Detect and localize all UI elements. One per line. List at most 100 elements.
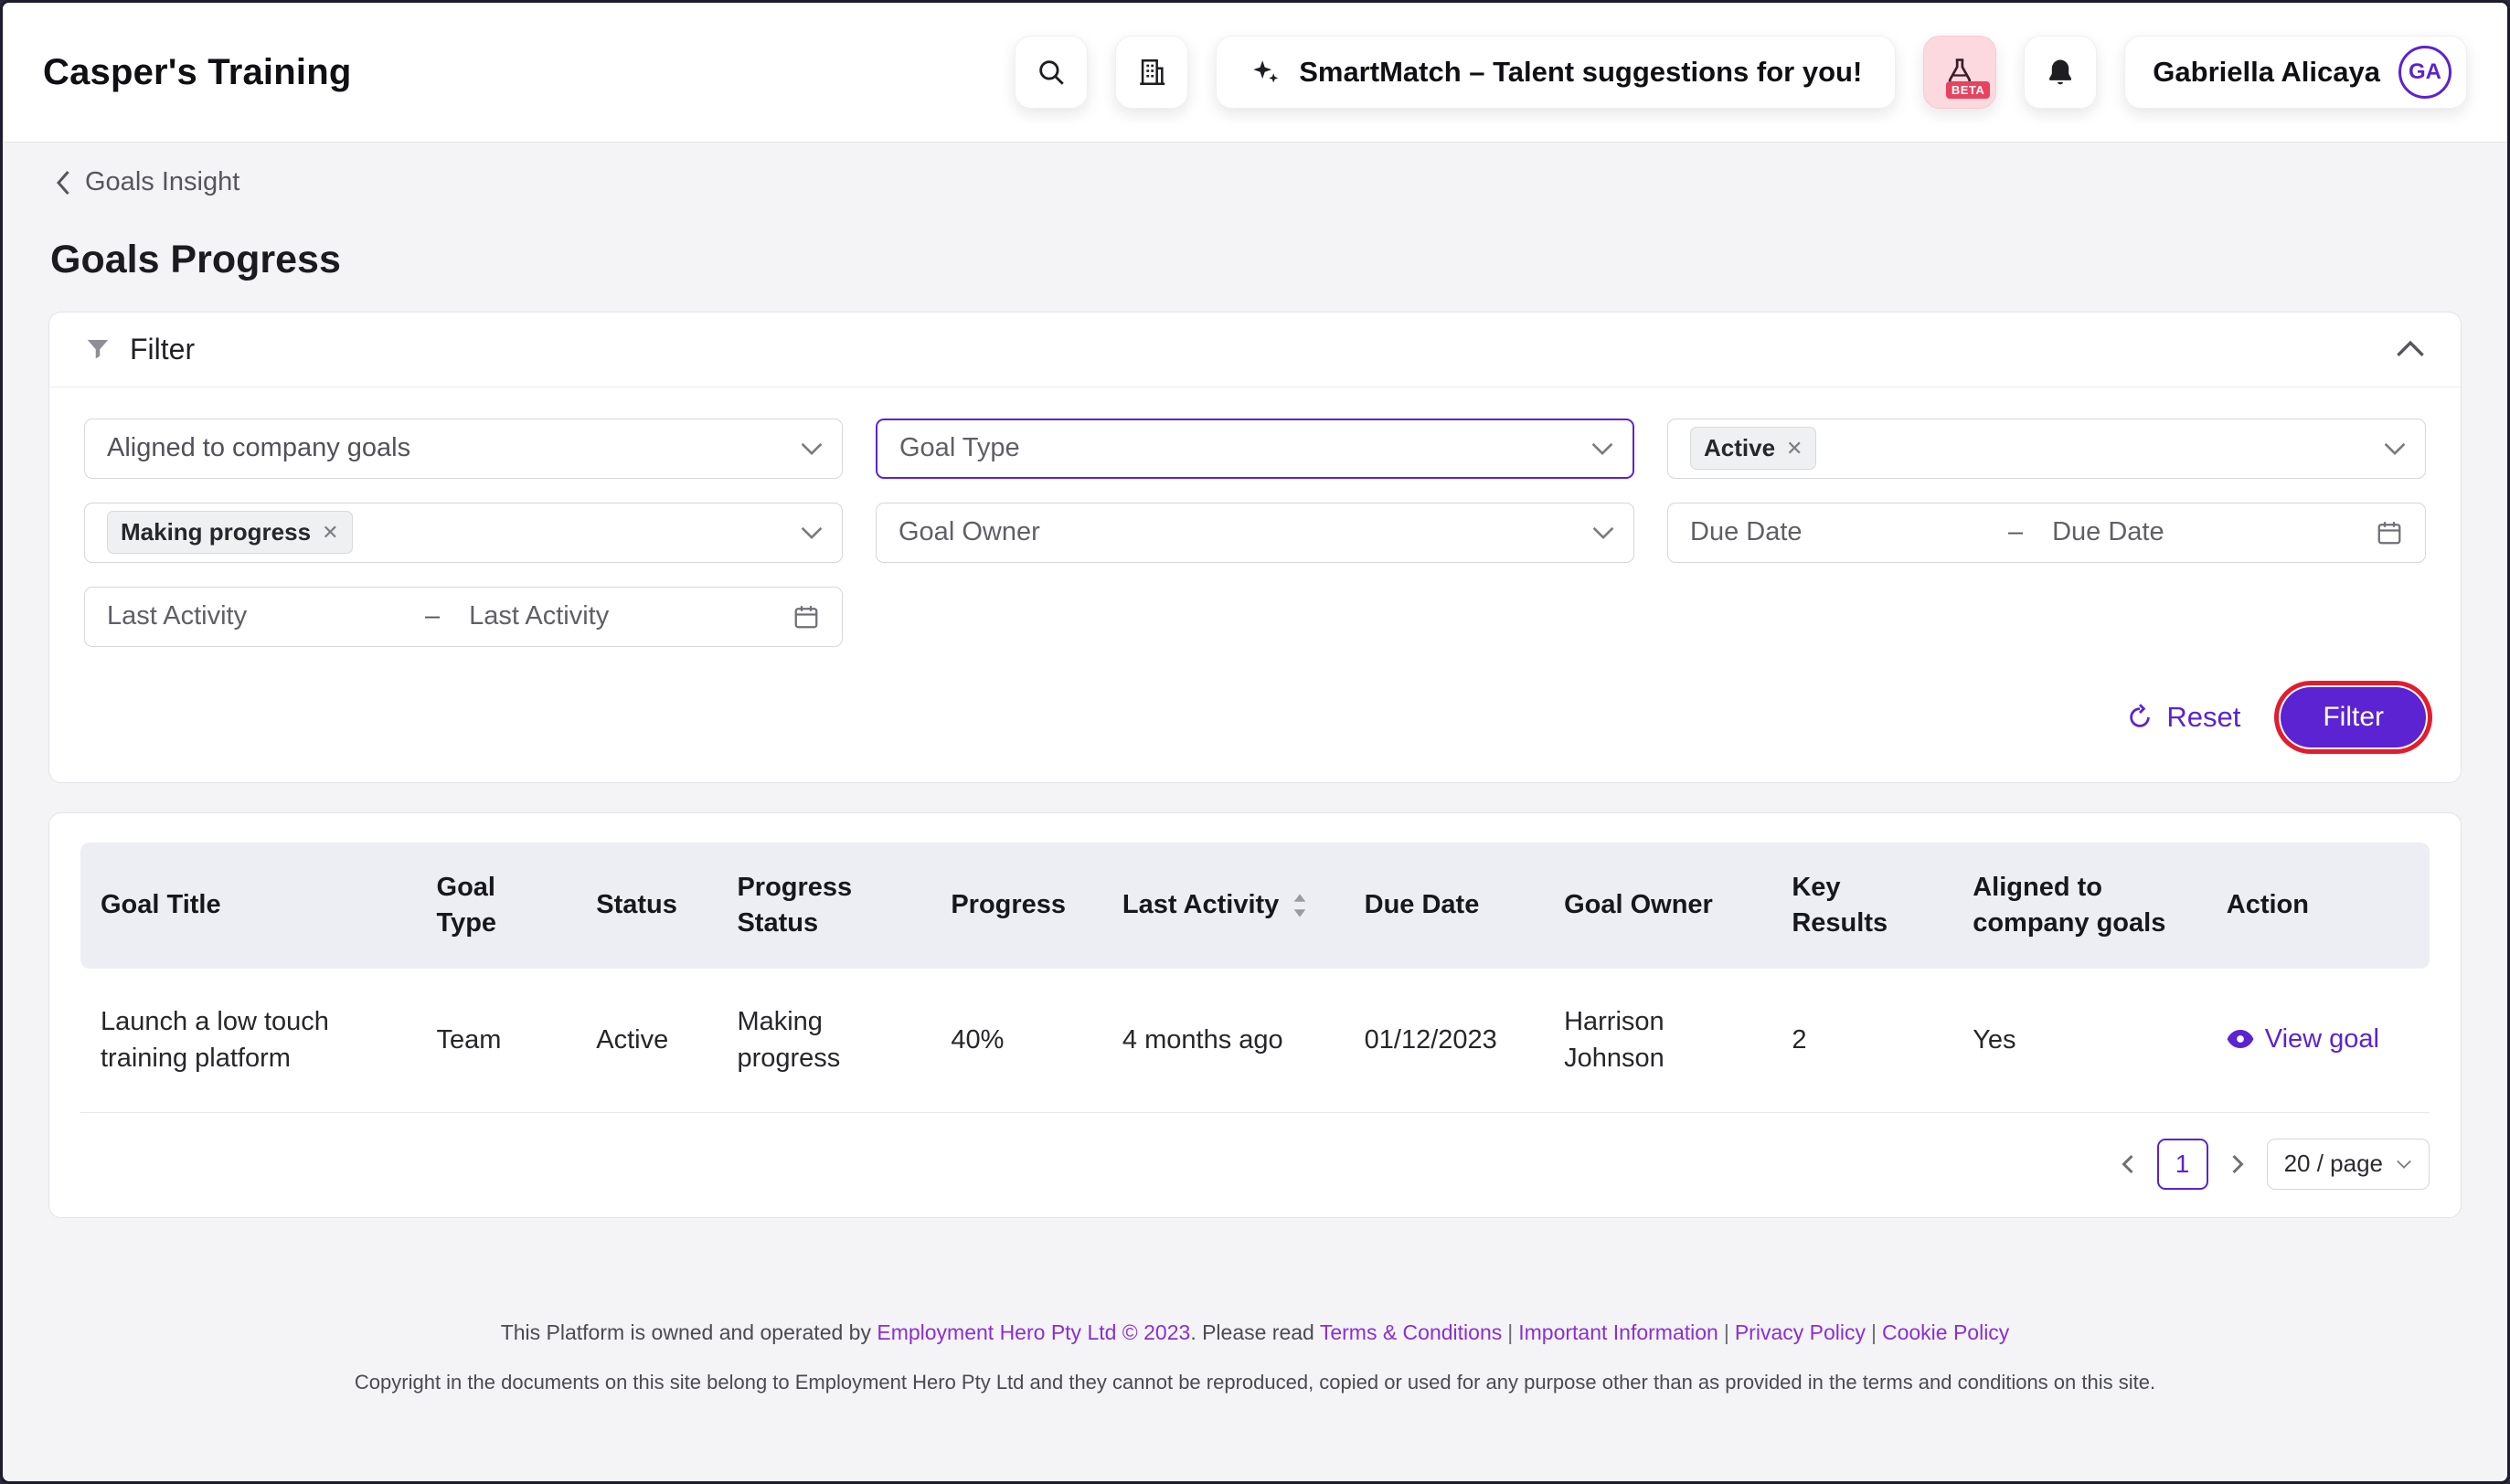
search-button[interactable] (1015, 36, 1088, 109)
goals-table-card: Goal Title Goal Type Status Progress Sta… (48, 812, 2462, 1218)
remove-status-tag-icon[interactable]: ✕ (1786, 439, 1803, 459)
filter-panel-header: Filter (49, 313, 2461, 387)
chevron-right-icon (2230, 1153, 2245, 1175)
goals-table: Goal Title Goal Type Status Progress Sta… (80, 843, 2430, 1113)
aligned-to-company-goals-select[interactable]: Aligned to company goals (84, 419, 843, 479)
page-size-label: 20 / page (2284, 1150, 2383, 1178)
cell-aligned: Yes (1952, 969, 2207, 1113)
filter-title: Filter (130, 333, 195, 366)
due-date-range-picker[interactable]: Due Date – Due Date (1667, 503, 2426, 563)
cookie-policy-link[interactable]: Cookie Policy (1882, 1320, 2009, 1344)
calendar-icon (2376, 519, 2403, 546)
last-activity-range-picker[interactable]: Last Activity – Last Activity (84, 587, 843, 647)
last-activity-end-placeholder: Last Activity (447, 601, 780, 631)
table-header-row: Goal Title Goal Type Status Progress Sta… (80, 843, 2430, 969)
employment-hero-link[interactable]: Employment Hero Pty Ltd © 2023 (877, 1320, 1190, 1344)
privacy-policy-link[interactable]: Privacy Policy (1735, 1320, 1866, 1344)
col-goal-title: Goal Title (80, 843, 417, 969)
cell-goal-type: Team (417, 969, 577, 1113)
cell-goal-title: Launch a low touch training platform (80, 969, 417, 1113)
smartmatch-button[interactable]: SmartMatch – Talent suggestions for you! (1216, 36, 1896, 109)
col-key-results: Key Results (1771, 843, 1952, 969)
progress-status-select[interactable]: Making progress ✕ (84, 503, 843, 563)
cell-goal-owner: Harrison Johnson (1544, 969, 1771, 1113)
view-goal-link[interactable]: View goal (2227, 1021, 2379, 1058)
chevron-down-icon (800, 525, 824, 540)
view-goal-label: View goal (2265, 1021, 2379, 1058)
chevron-down-icon (2383, 441, 2407, 456)
goal-owner-select[interactable]: Goal Owner (876, 503, 1634, 563)
col-last-activity[interactable]: Last Activity (1102, 843, 1345, 969)
funnel-icon (84, 335, 112, 363)
col-aligned: Aligned to company goals (1952, 843, 2207, 969)
collapse-filter-button[interactable] (2395, 339, 2426, 359)
next-page-button[interactable] (2225, 1148, 2250, 1181)
beta-badge: BETA (1946, 81, 1990, 99)
chevron-down-icon (800, 441, 824, 456)
page-title: Goals Progress (50, 238, 2462, 282)
app-title: Casper's Training (43, 52, 351, 93)
col-last-activity-label: Last Activity (1122, 887, 1279, 923)
eye-icon (2227, 1029, 2254, 1049)
chevron-left-icon (54, 169, 74, 196)
reset-icon (2126, 704, 2154, 731)
aligned-placeholder: Aligned to company goals (107, 433, 410, 463)
labs-button[interactable]: BETA (1923, 36, 1996, 109)
footer-separator: | (1866, 1320, 1882, 1344)
page-size-select[interactable]: 20 / page (2267, 1139, 2430, 1190)
status-tag: Active ✕ (1690, 427, 1816, 470)
due-date-start-placeholder: Due Date (1690, 517, 2001, 547)
progress-status-tag: Making progress ✕ (107, 511, 353, 554)
goal-type-select[interactable]: Goal Type (876, 419, 1634, 479)
building-icon (1136, 57, 1167, 88)
chevron-up-icon (2395, 339, 2426, 359)
goal-owner-placeholder: Goal Owner (899, 517, 1040, 547)
last-activity-start-placeholder: Last Activity (107, 601, 418, 631)
footer-copyright: Copyright in the documents on this site … (48, 1371, 2462, 1394)
reset-label: Reset (2166, 701, 2240, 734)
important-info-link[interactable]: Important Information (1518, 1320, 1718, 1344)
previous-page-button[interactable] (2115, 1148, 2141, 1181)
remove-progress-tag-icon[interactable]: ✕ (322, 523, 338, 543)
main-content: Goals Insight Goals Progress Filter (3, 142, 2507, 1394)
footer-separator: | (1718, 1320, 1735, 1344)
footer-separator: | (1502, 1320, 1518, 1344)
col-progress: Progress (931, 843, 1102, 969)
status-select[interactable]: Active ✕ (1667, 419, 2426, 479)
cell-key-results: 2 (1771, 969, 1952, 1113)
breadcrumb-goals-insight[interactable]: Goals Insight (54, 167, 239, 197)
progress-status-tag-label: Making progress (121, 518, 311, 546)
filter-panel: Filter Aligned to company goals (48, 312, 2462, 783)
cell-due-date: 01/12/2023 (1345, 969, 1544, 1113)
notifications-button[interactable] (2024, 36, 2097, 109)
col-action: Action (2207, 843, 2430, 969)
user-name: Gabriella Alicaya (2153, 56, 2380, 89)
cell-status: Active (576, 969, 717, 1113)
filter-button[interactable]: Filter (2281, 687, 2426, 747)
footer-text: This Platform is owned and operated by (501, 1320, 877, 1344)
cell-progress: 40% (931, 969, 1102, 1113)
footer-legal-line: This Platform is owned and operated by E… (48, 1320, 2462, 1345)
col-goal-owner: Goal Owner (1544, 843, 1771, 969)
page-number-button[interactable]: 1 (2157, 1139, 2208, 1190)
top-header: Casper's Training (3, 3, 2507, 142)
sparkle-icon (1250, 57, 1281, 88)
col-status: Status (576, 843, 717, 969)
calendar-icon (792, 603, 820, 631)
range-separator: – (418, 601, 447, 631)
bell-icon (2045, 57, 2076, 88)
terms-link[interactable]: Terms & Conditions (1320, 1320, 1502, 1344)
smartmatch-label: SmartMatch – Talent suggestions for you! (1299, 56, 1862, 89)
filter-actions: Reset Filter (49, 647, 2461, 782)
col-goal-type: Goal Type (417, 843, 577, 969)
company-button[interactable] (1115, 36, 1188, 109)
sort-icon[interactable] (1292, 893, 1308, 918)
table-row: Launch a low touch training platform Tea… (80, 969, 2430, 1113)
header-actions: SmartMatch – Talent suggestions for you!… (1015, 36, 2467, 109)
footer-text: . Please read (1190, 1320, 1320, 1344)
cell-progress-status: Making progress (717, 969, 931, 1113)
chevron-down-icon (2396, 1159, 2412, 1170)
user-menu[interactable]: Gabriella Alicaya GA (2124, 36, 2467, 109)
status-tag-label: Active (1704, 434, 1775, 462)
reset-button[interactable]: Reset (2126, 701, 2240, 734)
